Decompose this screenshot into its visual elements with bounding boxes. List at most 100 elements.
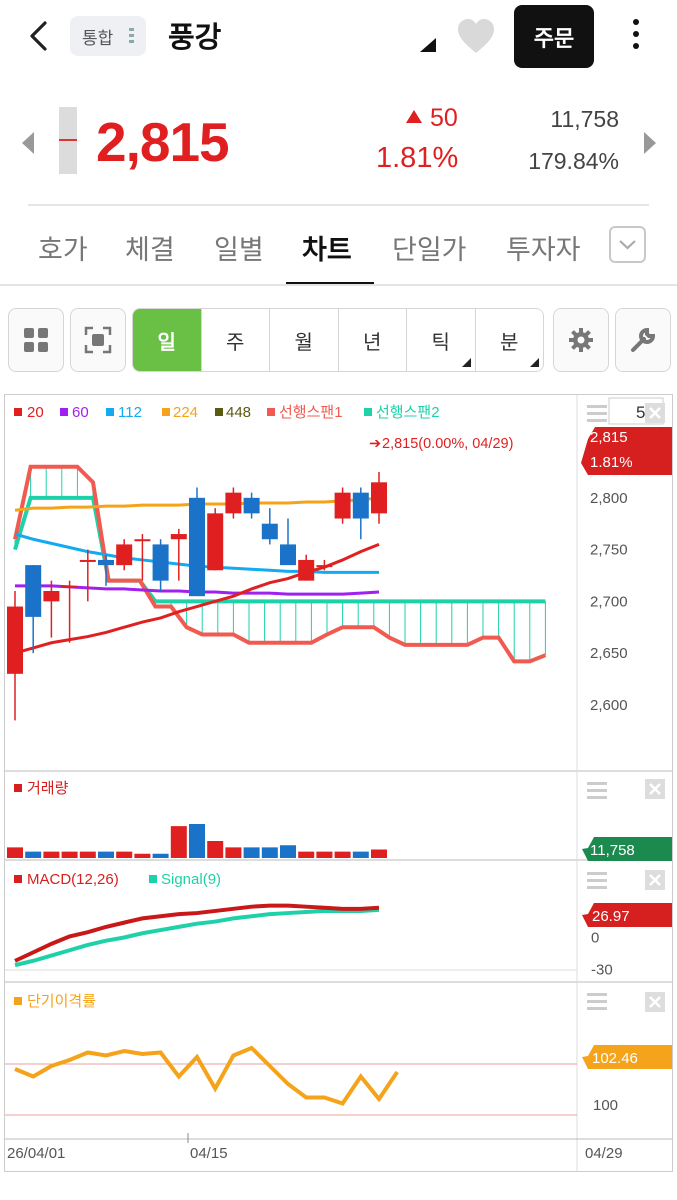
order-button[interactable]: 주문 bbox=[514, 5, 594, 68]
period-year[interactable]: 년 bbox=[338, 309, 407, 371]
close-pane-icon[interactable] bbox=[645, 870, 665, 890]
settings-button[interactable] bbox=[553, 308, 609, 372]
candle-body bbox=[352, 492, 369, 519]
candle-body bbox=[61, 585, 78, 588]
volume-tag-value: 11,758 bbox=[590, 842, 635, 859]
market-menu-icon bbox=[129, 28, 134, 46]
next-stock-arrow-icon[interactable] bbox=[644, 132, 656, 154]
market-badge-label: 통합 bbox=[82, 28, 114, 49]
close-pane-icon[interactable] bbox=[645, 992, 665, 1012]
legend-ma112: 112 bbox=[118, 404, 142, 421]
volume-bar bbox=[170, 826, 187, 858]
candle-body bbox=[280, 544, 296, 566]
legend-swatch bbox=[14, 408, 22, 416]
tab-chart[interactable]: 차트 bbox=[302, 228, 352, 267]
more-menu-icon[interactable] bbox=[626, 16, 646, 56]
disparity-line bbox=[14, 1045, 399, 1106]
macd-label: MACD(12,26) bbox=[27, 871, 119, 888]
volume-bar bbox=[79, 851, 96, 858]
quote-summary: 2,815 50 1.81% 11,758 179.84% bbox=[0, 90, 677, 190]
volume-bar bbox=[43, 851, 60, 858]
legend-swatch bbox=[14, 997, 22, 1005]
pane-menu-icon[interactable] bbox=[587, 782, 607, 799]
divider bbox=[28, 204, 649, 206]
price-change: 50 bbox=[406, 104, 458, 133]
tab-single-price[interactable]: 단일가 bbox=[392, 228, 467, 267]
up-triangle-icon bbox=[406, 110, 422, 123]
stock-dropdown-icon[interactable] bbox=[420, 38, 436, 52]
legend-swatch bbox=[14, 875, 22, 883]
candle-body bbox=[25, 565, 42, 617]
market-selector[interactable]: 통합 bbox=[70, 16, 146, 56]
chart-panel[interactable]: 20 60 112 224 448 선행스팬1 선행스팬2 ➔ 2,815(0.… bbox=[4, 394, 674, 1172]
y-tick-label: -30 bbox=[591, 961, 613, 978]
stock-chart[interactable]: 20 60 112 224 448 선행스팬1 선행스팬2 ➔ 2,815(0.… bbox=[5, 395, 674, 1171]
signal-label: Signal(9) bbox=[161, 871, 221, 888]
back-button[interactable] bbox=[22, 18, 54, 54]
period-minute[interactable]: 분 bbox=[475, 309, 543, 371]
x-label-mid: 04/15 bbox=[190, 1145, 228, 1162]
x-label-start: 26/04/01 bbox=[7, 1145, 65, 1162]
legend-swatch bbox=[149, 875, 157, 883]
pane-menu-icon[interactable] bbox=[587, 872, 607, 889]
period-week[interactable]: 주 bbox=[201, 309, 270, 371]
volume-bar bbox=[298, 851, 315, 858]
candle-body bbox=[189, 497, 205, 597]
candle-body bbox=[371, 482, 387, 514]
price-tag-rate: 1.81% bbox=[590, 454, 633, 471]
tab-hoga[interactable]: 호가 bbox=[38, 228, 88, 267]
gear-icon bbox=[569, 328, 593, 352]
favorite-heart-icon[interactable] bbox=[456, 18, 496, 56]
candlesticks bbox=[7, 471, 387, 721]
last-price-label: 2,815(0.00%, 04/29) bbox=[382, 436, 513, 452]
stock-name[interactable]: 풍강 bbox=[168, 14, 221, 56]
period-tick[interactable]: 틱 bbox=[407, 309, 476, 371]
legend-span2: 선행스팬2 bbox=[376, 404, 440, 421]
close-pane-icon[interactable] bbox=[645, 779, 665, 799]
volume-bar bbox=[207, 841, 224, 858]
volume-bar bbox=[371, 849, 387, 858]
y-tick-label: 2,650 bbox=[590, 645, 628, 662]
pane-menu-icon[interactable] bbox=[587, 405, 607, 422]
tab-daily[interactable]: 일별 bbox=[214, 228, 264, 267]
macd-tag: 26.97 bbox=[582, 903, 674, 927]
volume-bar bbox=[189, 824, 205, 858]
current-price: 2,815 bbox=[96, 111, 230, 173]
macd-lines bbox=[14, 903, 380, 968]
tools-button[interactable] bbox=[615, 308, 671, 372]
prev-stock-arrow-icon[interactable] bbox=[22, 132, 34, 154]
disparity-axis: 100 bbox=[593, 1097, 618, 1114]
volume-bar bbox=[116, 851, 133, 858]
wrench-icon bbox=[631, 327, 656, 352]
tabs-divider bbox=[0, 284, 677, 286]
price-tag: 2,815 1.81% bbox=[581, 427, 674, 475]
price-change-rate: 1.81% bbox=[376, 142, 459, 174]
volume-bars bbox=[7, 824, 387, 858]
count-box-value: 5 bbox=[636, 403, 645, 422]
candle-body bbox=[79, 559, 96, 562]
volume-bar bbox=[334, 851, 351, 858]
period-month[interactable]: 월 bbox=[270, 309, 339, 371]
chevron-down-icon bbox=[619, 240, 636, 250]
last-price-annotation: ➔ bbox=[369, 436, 381, 452]
legend-swatch bbox=[14, 784, 22, 792]
tab-trades[interactable]: 체결 bbox=[125, 228, 175, 267]
legend-swatch bbox=[106, 408, 114, 416]
candle-body bbox=[316, 565, 333, 568]
layout-grid-button[interactable] bbox=[8, 308, 64, 372]
tabs-expand-button[interactable] bbox=[609, 226, 646, 263]
focus-button[interactable] bbox=[70, 308, 126, 372]
detail-tabs: 호가 체결 일별 차트 단일가 투자자 bbox=[0, 214, 677, 286]
tab-investors[interactable]: 투자자 bbox=[506, 228, 581, 267]
x-label-end: 04/29 bbox=[585, 1145, 623, 1162]
pane-menu-icon[interactable] bbox=[587, 993, 607, 1010]
y-tick-label: 2,600 bbox=[590, 697, 628, 714]
close-pane-icon[interactable] bbox=[645, 403, 665, 423]
main-legend: 20 60 112 224 448 선행스팬1 선행스팬2 bbox=[14, 404, 440, 421]
period-day[interactable]: 일 bbox=[133, 309, 202, 371]
dropdown-corner-icon bbox=[530, 358, 539, 367]
y-tick-label: 0 bbox=[591, 930, 599, 947]
volume-bar bbox=[261, 847, 278, 858]
candle-body bbox=[298, 559, 315, 581]
candle-body bbox=[7, 606, 23, 674]
